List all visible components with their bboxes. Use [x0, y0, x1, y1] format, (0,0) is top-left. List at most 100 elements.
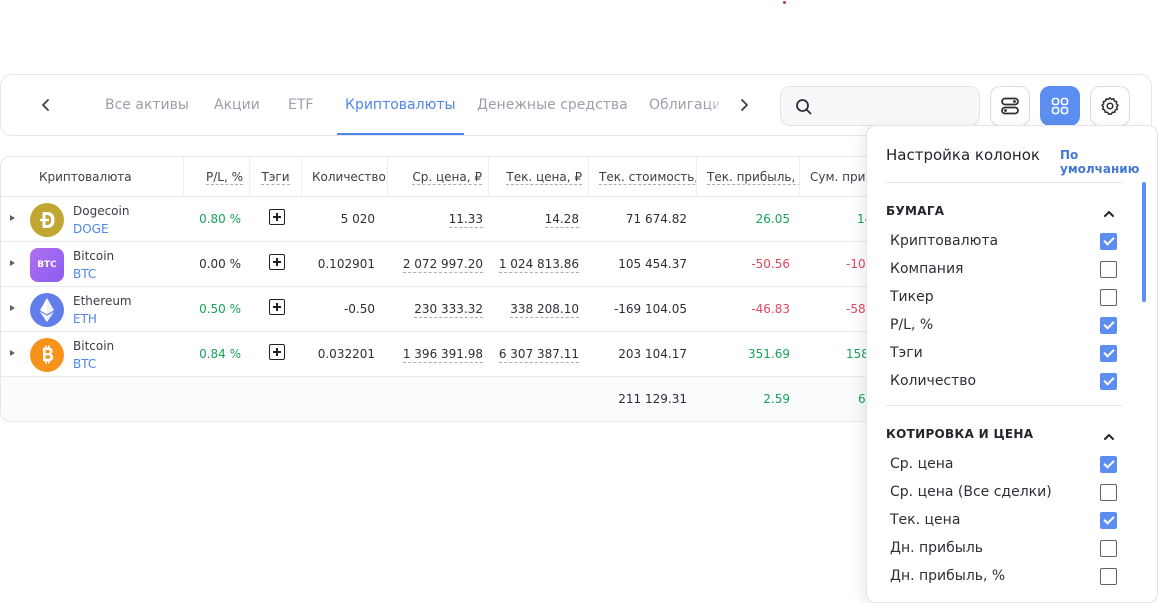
- col-header-cur-profit-pct[interactable]: Тек. прибыль, %: [697, 157, 800, 197]
- col-header-pl[interactable]: P/L, %: [184, 157, 250, 197]
- quantity-value: 5 020: [340, 212, 375, 226]
- chevron-left-icon: [42, 99, 49, 111]
- cur-price-value[interactable]: 14.28: [489, 197, 579, 241]
- cur-profit-pct: -46.83: [751, 302, 790, 316]
- total-profit-pct: 2.59: [763, 392, 790, 406]
- cur-price-value[interactable]: 338 208.10: [489, 287, 579, 331]
- column-option[interactable]: P/L, %: [890, 315, 1120, 335]
- search-input[interactable]: [823, 93, 973, 119]
- add-tag-button[interactable]: [269, 344, 285, 360]
- bitcoin-icon: [30, 338, 64, 372]
- column-checkbox[interactable]: [1100, 540, 1117, 557]
- avg-price-value[interactable]: 1 396 391.98: [388, 332, 483, 376]
- coin-ticker[interactable]: DOGE: [73, 222, 109, 236]
- col-header-crypto[interactable]: Криптовалюта: [1, 157, 184, 197]
- column-checkbox[interactable]: [1100, 317, 1117, 334]
- pl-value: 0.80 %: [199, 212, 241, 226]
- cur-profit-pct: 26.05: [755, 212, 790, 226]
- col-header-cur-value[interactable]: Тек. стоимость, ₽: [589, 157, 697, 197]
- collapse-group-button[interactable]: [1103, 428, 1115, 440]
- gear-icon: [1101, 97, 1119, 115]
- coin-name: Bitcoin: [73, 249, 115, 263]
- group-title-security: БУМАГА: [886, 204, 945, 218]
- add-tag-button[interactable]: [269, 299, 285, 315]
- coin-ticker[interactable]: BTC: [73, 267, 96, 281]
- tabs-prev-button[interactable]: [34, 93, 58, 117]
- cur-price-value[interactable]: 6 307 387.11: [489, 332, 579, 376]
- tabs-next-button[interactable]: [732, 93, 756, 117]
- column-checkbox[interactable]: [1100, 345, 1117, 362]
- column-option[interactable]: Криптовалюта: [890, 231, 1120, 251]
- column-checkbox[interactable]: [1100, 512, 1117, 529]
- avg-price-value[interactable]: 2 072 997.20: [388, 242, 483, 286]
- panel-scrollbar[interactable]: [1142, 182, 1146, 302]
- column-settings-panel: Настройка колонок По умолчанию БУМАГА Кр…: [866, 125, 1158, 603]
- cur-value: -169 104.05: [613, 302, 687, 316]
- column-option[interactable]: Тэги: [890, 343, 1120, 363]
- grid-view-button[interactable]: [1040, 86, 1080, 126]
- row-expand-icon[interactable]: [10, 305, 15, 311]
- row-expand-icon[interactable]: [10, 215, 15, 221]
- settings-button[interactable]: [1090, 86, 1130, 126]
- search-box: [780, 86, 980, 126]
- column-checkbox[interactable]: [1100, 456, 1117, 473]
- column-checkbox[interactable]: [1100, 568, 1117, 585]
- quantity-value: 0.102901: [317, 257, 375, 271]
- group-title-quote-price: КОТИРОВКА И ЦЕНА: [886, 427, 1034, 441]
- divider: [886, 405, 1122, 406]
- coin-name: Dogecoin: [73, 204, 130, 218]
- col-header-quantity[interactable]: Количество: [302, 157, 388, 197]
- col-header-avg-price[interactable]: Ср. цена, ₽: [388, 157, 489, 197]
- cur-profit-pct: 351.69: [748, 347, 790, 361]
- row-expand-icon[interactable]: [10, 260, 15, 266]
- col-header-cur-price[interactable]: Тек. цена, ₽: [489, 157, 589, 197]
- divider: [886, 182, 1122, 183]
- collapse-group-button[interactable]: [1103, 205, 1115, 217]
- indicator-dot: [783, 1, 786, 4]
- column-option[interactable]: Дн. прибыль: [890, 538, 1120, 558]
- column-option[interactable]: Ср. цена (Все сделки): [890, 482, 1120, 502]
- reset-default-link[interactable]: По умолчанию: [1060, 148, 1157, 176]
- tab-cash[interactable]: Денежные средства: [477, 75, 628, 135]
- search-icon: [796, 99, 812, 115]
- grid-icon: [1051, 97, 1069, 115]
- coin-ticker[interactable]: ETH: [73, 312, 97, 326]
- tab-etf[interactable]: ETF: [288, 75, 313, 135]
- chevron-up-icon: [1104, 434, 1114, 440]
- dogecoin-icon: [30, 203, 64, 237]
- tab-all-assets[interactable]: Все активы: [105, 75, 189, 135]
- add-tag-button[interactable]: [269, 254, 285, 270]
- column-checkbox[interactable]: [1100, 233, 1117, 250]
- bitcoin-icon: BTC: [30, 248, 64, 282]
- column-checkbox[interactable]: [1100, 373, 1117, 390]
- column-option[interactable]: Дн. прибыль, %: [890, 566, 1120, 586]
- col-header-tags[interactable]: Тэги: [250, 157, 302, 197]
- row-expand-icon[interactable]: [10, 350, 15, 356]
- tabs-fade: [707, 79, 731, 131]
- column-option[interactable]: Тек. цена: [890, 510, 1120, 530]
- column-option[interactable]: Ср. цена: [890, 454, 1120, 474]
- column-option[interactable]: Количество: [890, 371, 1120, 391]
- tab-stocks[interactable]: Акции: [214, 75, 260, 135]
- add-tag-button[interactable]: [269, 209, 285, 225]
- column-checkbox[interactable]: [1100, 484, 1117, 501]
- total-value: 211 129.31: [618, 392, 687, 406]
- column-checkbox[interactable]: [1100, 289, 1117, 306]
- column-checkbox[interactable]: [1100, 261, 1117, 278]
- coin-name: Bitcoin: [73, 339, 115, 353]
- ethereum-icon: [30, 293, 64, 327]
- toggle-view-icon: [1001, 97, 1019, 115]
- pl-value: 0.50 %: [199, 302, 241, 316]
- panel-title: Настройка колонок: [886, 146, 1040, 164]
- cur-profit-pct: -50.56: [751, 257, 790, 271]
- avg-price-value[interactable]: 230 333.32: [388, 287, 483, 331]
- column-option[interactable]: Компания: [890, 259, 1120, 279]
- chevron-up-icon: [1104, 211, 1114, 217]
- avg-price-value[interactable]: 11.33: [388, 197, 483, 241]
- cur-value: 105 454.37: [618, 257, 687, 271]
- view-toggle-button[interactable]: [990, 86, 1030, 126]
- column-option[interactable]: Тикер: [890, 287, 1120, 307]
- cur-price-value[interactable]: 1 024 813.86: [489, 242, 579, 286]
- coin-ticker[interactable]: BTC: [73, 357, 96, 371]
- tab-crypto[interactable]: Криптовалюты: [337, 75, 464, 135]
